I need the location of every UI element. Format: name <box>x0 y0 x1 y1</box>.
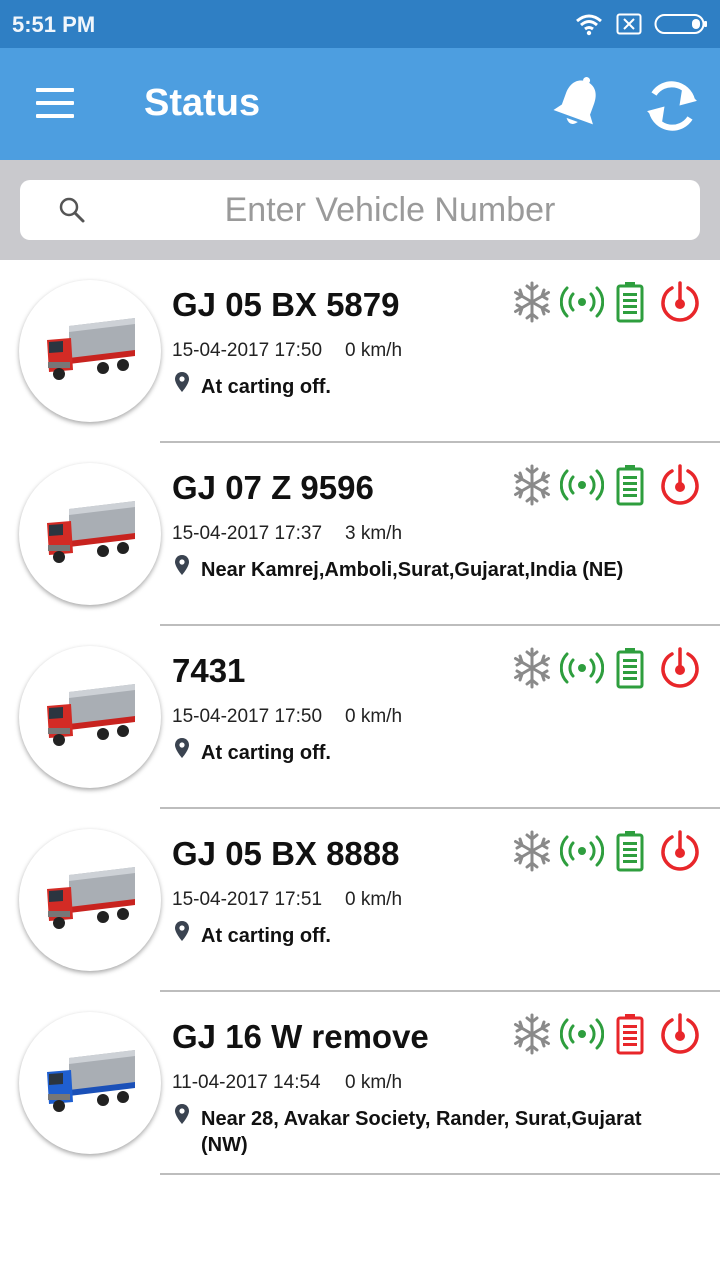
ignition-power-icon <box>661 647 699 688</box>
vehicle-number: GJ 16 W remove <box>172 1018 429 1055</box>
vehicle-datetime: 15-04-2017 17:50 <box>172 340 323 361</box>
vehicle-battery-icon <box>616 648 644 689</box>
no-sim-icon <box>616 13 642 35</box>
vehicle-status-icons <box>510 646 705 690</box>
vehicle-datetime: 15-04-2017 17:37 <box>172 523 323 544</box>
truck-icon <box>47 867 135 929</box>
vehicle-status-icons <box>510 280 705 324</box>
gps-signal-icon <box>560 469 604 501</box>
vehicle-speed: 0 km/h <box>345 889 403 910</box>
truck-icon <box>47 684 135 746</box>
truck-icon <box>47 501 135 563</box>
row-divider <box>160 1173 720 1175</box>
gps-signal-icon <box>560 1018 604 1050</box>
vehicle-location: At carting off. <box>201 376 331 398</box>
vehicle-row[interactable]: 7431 15-04-2017 17:50 0 km/h At carting … <box>0 626 720 809</box>
vehicle-list: GJ 05 BX 5879 15-04-2017 17:50 0 km/h At… <box>0 260 720 1175</box>
snowflake-icon <box>514 1013 550 1055</box>
location-pin-icon <box>175 738 189 758</box>
snowflake-icon <box>514 647 550 689</box>
vehicle-speed: 0 km/h <box>345 1072 403 1093</box>
vehicle-number: GJ 05 BX 5879 <box>172 286 400 323</box>
vehicle-speed: 0 km/h <box>345 340 403 361</box>
truck-avatar <box>19 646 161 788</box>
refresh-icon[interactable] <box>640 74 704 138</box>
vehicle-battery-icon <box>616 831 644 872</box>
ignition-power-icon <box>661 830 699 871</box>
truck-icon <box>47 1050 135 1112</box>
vehicle-row[interactable]: GJ 05 BX 8888 15-04-2017 17:51 0 km/h At… <box>0 809 720 992</box>
vehicle-search-input[interactable] <box>110 186 670 234</box>
ignition-power-icon <box>661 281 699 322</box>
vehicle-status-icons <box>510 1012 705 1056</box>
truck-avatar <box>19 463 161 605</box>
vehicle-status-icons <box>510 463 705 507</box>
gps-signal-icon <box>560 835 604 867</box>
vehicle-battery-icon <box>616 1014 644 1055</box>
gps-signal-icon <box>560 286 604 318</box>
ignition-power-icon <box>661 1013 699 1054</box>
location-pin-icon <box>175 921 189 941</box>
vehicle-row[interactable]: GJ 05 BX 5879 15-04-2017 17:50 0 km/h At… <box>0 260 720 443</box>
battery-icon <box>654 14 707 34</box>
search-box[interactable] <box>20 180 700 240</box>
ignition-power-icon <box>661 464 699 505</box>
gps-signal-icon <box>560 652 604 684</box>
vehicle-datetime: 15-04-2017 17:50 <box>172 706 323 727</box>
bell-icon[interactable] <box>548 74 608 134</box>
truck-icon <box>47 318 135 380</box>
location-pin-icon <box>175 1104 189 1124</box>
truck-avatar <box>19 1012 161 1154</box>
vehicle-number: 7431 <box>172 652 246 689</box>
vehicle-location: Near 28, Avakar Society, Rander, Surat,G… <box>201 1108 642 1156</box>
vehicle-location: At carting off. <box>201 925 331 947</box>
search-icon <box>59 197 85 223</box>
vehicle-row[interactable]: GJ 07 Z 9596 15-04-2017 17:37 3 km/h Nea… <box>0 443 720 626</box>
snowflake-icon <box>514 281 550 323</box>
status-icons <box>574 10 708 38</box>
vehicle-speed: 3 km/h <box>345 523 403 544</box>
vehicle-battery-icon <box>616 465 644 506</box>
snowflake-icon <box>514 830 550 872</box>
vehicle-datetime: 11-04-2017 14:54 <box>172 1072 321 1093</box>
location-pin-icon <box>175 372 189 392</box>
vehicle-datetime: 15-04-2017 17:51 <box>172 889 323 910</box>
vehicle-location: At carting off. <box>201 742 331 764</box>
vehicle-number: GJ 07 Z 9596 <box>172 469 374 506</box>
snowflake-icon <box>514 464 550 506</box>
wifi-icon <box>576 14 602 36</box>
status-time: 5:51 PM <box>12 12 96 37</box>
location-pin-icon <box>175 555 189 575</box>
vehicle-battery-icon <box>616 282 644 323</box>
search-bar-container <box>0 160 720 260</box>
vehicle-status-icons <box>510 829 705 873</box>
page-title: Status <box>144 82 261 124</box>
vehicle-location: Near Kamrej,Amboli,Surat,Gujarat,India (… <box>201 559 624 581</box>
vehicle-speed: 0 km/h <box>345 706 403 727</box>
truck-avatar <box>19 829 161 971</box>
menu-icon[interactable] <box>26 78 86 128</box>
vehicle-number: GJ 05 BX 8888 <box>172 835 400 872</box>
system-status-bar: 5:51 PM <box>0 0 720 48</box>
truck-avatar <box>19 280 161 422</box>
app-bar: Status <box>0 48 720 160</box>
vehicle-row[interactable]: GJ 16 W remove 11-04-2017 14:54 0 km/h N… <box>0 992 720 1175</box>
